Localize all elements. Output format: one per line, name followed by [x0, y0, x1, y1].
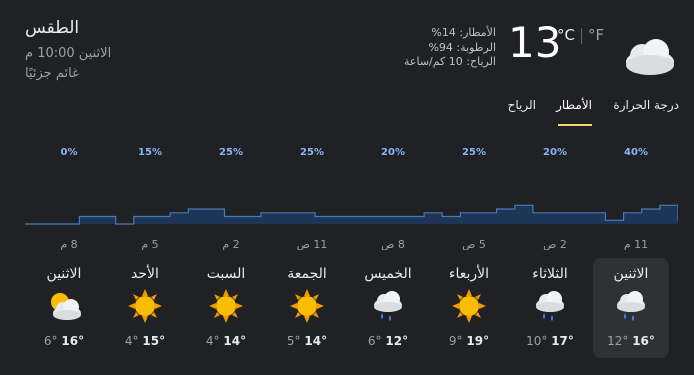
day-name: الاثنين — [613, 266, 649, 282]
humidity-stat: الرطوبة: 94% — [428, 40, 496, 54]
weather-stats: الأمطار: 14% الرطوبة: 94% الرياح: 10 كم/… — [382, 26, 496, 70]
day-name: الجمعة — [287, 266, 327, 282]
day-temps: 10° 17° — [512, 334, 588, 348]
high-temp: 17° — [551, 334, 574, 348]
day-temps: 6° 12° — [350, 334, 426, 348]
wind-stat: الرياح: 10 كم/ساعة — [404, 55, 496, 68]
current-datetime: الاثنين 10:00 م — [25, 46, 112, 61]
day-temps: 4° 15° — [107, 334, 183, 348]
precip-label: 25% — [462, 147, 486, 158]
day-temps: 6° 16° — [26, 334, 102, 348]
unit-separator: | — [578, 26, 585, 44]
day-name: الخميس — [364, 266, 412, 282]
day-name: الأحد — [131, 266, 159, 282]
day-forecast-6[interactable]: الثلاثاء 10° 17° — [512, 258, 588, 358]
precip-label: 15% — [138, 147, 162, 158]
precipitation-chart: 0% 15% 25% 25% 20% 25% 20% 40% 8 م 5 م 2 م 11 ص 8 ص 5… — [25, 147, 678, 250]
page-title: الطقس — [25, 18, 80, 38]
partly-cloudy-icon — [46, 288, 82, 324]
precip-stat: الأمطار: 14% — [431, 26, 496, 39]
sun-icon — [127, 288, 163, 324]
time-label: 2 م — [222, 238, 239, 250]
daily-forecast: الاثنين 6° 16° الأحد 4° 15° السبت 4° 14° الجمع… — [22, 258, 678, 358]
precip-label: 25% — [300, 147, 324, 158]
current-temperature: 13 — [508, 18, 562, 67]
tab-precipitation[interactable]: الأمطار — [556, 98, 592, 112]
low-temp: 5° — [286, 334, 301, 348]
day-forecast-7[interactable]: الاثنين 12° 16° — [593, 258, 669, 358]
time-label: 5 م — [141, 238, 158, 250]
time-label: 8 م — [60, 238, 77, 250]
precip-label: 20% — [381, 147, 405, 158]
low-temp: 12° — [607, 334, 629, 348]
tab-wind[interactable]: الرياح — [508, 98, 536, 112]
low-temp: 10° — [526, 334, 548, 348]
celsius-button[interactable]: °C — [557, 26, 575, 44]
high-temp: 15° — [142, 334, 166, 348]
day-temps: 9° 19° — [431, 334, 507, 348]
day-forecast-4[interactable]: الخميس 6° 12° — [350, 258, 426, 358]
day-name: الاثنين — [46, 266, 82, 282]
current-condition: غائم جزئيًا — [25, 66, 79, 81]
active-tab-indicator — [558, 124, 592, 126]
time-label: 8 ص — [381, 238, 405, 250]
fahrenheit-button[interactable]: °F — [588, 26, 604, 44]
tab-temperature[interactable]: درجة الحرارة — [613, 98, 679, 112]
sun-icon — [451, 288, 487, 324]
day-forecast-2[interactable]: السبت 4° 14° — [188, 258, 264, 358]
time-label: 5 ص — [462, 238, 486, 250]
high-temp: 12° — [385, 334, 409, 348]
chart-tabs: درجة الحرارة الأمطار الرياح — [495, 98, 679, 126]
precip-area — [25, 205, 678, 224]
day-name: الأربعاء — [448, 266, 490, 282]
day-temps: 4° 14° — [188, 334, 264, 348]
precip-label: 20% — [543, 147, 567, 158]
day-temps: 12° 16° — [593, 334, 669, 348]
low-temp: 6° — [43, 334, 58, 348]
day-name: الثلاثاء — [532, 266, 568, 282]
day-forecast-0[interactable]: الاثنين 6° 16° — [26, 258, 102, 358]
day-temps: 5° 14° — [269, 334, 345, 348]
rain-cloud-icon — [613, 288, 649, 324]
time-label: 11 م — [624, 238, 648, 250]
low-temp: 6° — [367, 334, 382, 348]
rain-cloud-icon — [370, 288, 406, 324]
sun-icon — [289, 288, 325, 324]
time-label: 2 ص — [543, 238, 567, 250]
high-temp: 14° — [304, 334, 328, 348]
day-forecast-1[interactable]: الأحد 4° 15° — [107, 258, 183, 358]
sun-icon — [208, 288, 244, 324]
precip-label: 40% — [624, 147, 648, 158]
high-temp: 19° — [466, 334, 490, 348]
low-temp: 4° — [124, 334, 139, 348]
high-temp: 14° — [223, 334, 247, 348]
precip-label: 25% — [219, 147, 243, 158]
day-forecast-3[interactable]: الجمعة 5° 14° — [269, 258, 345, 358]
day-forecast-5[interactable]: الأربعاء 9° 19° — [431, 258, 507, 358]
unit-toggle: °C | °F — [557, 26, 604, 44]
high-temp: 16° — [632, 334, 655, 348]
high-temp: 16° — [61, 334, 85, 348]
moon-cloud-icon — [626, 24, 674, 75]
precip-label: 0% — [61, 147, 78, 158]
day-name: السبت — [206, 266, 246, 282]
rain-cloud-icon — [532, 288, 568, 324]
low-temp: 9° — [448, 334, 463, 348]
time-label: 11 ص — [297, 238, 328, 250]
low-temp: 4° — [205, 334, 220, 348]
